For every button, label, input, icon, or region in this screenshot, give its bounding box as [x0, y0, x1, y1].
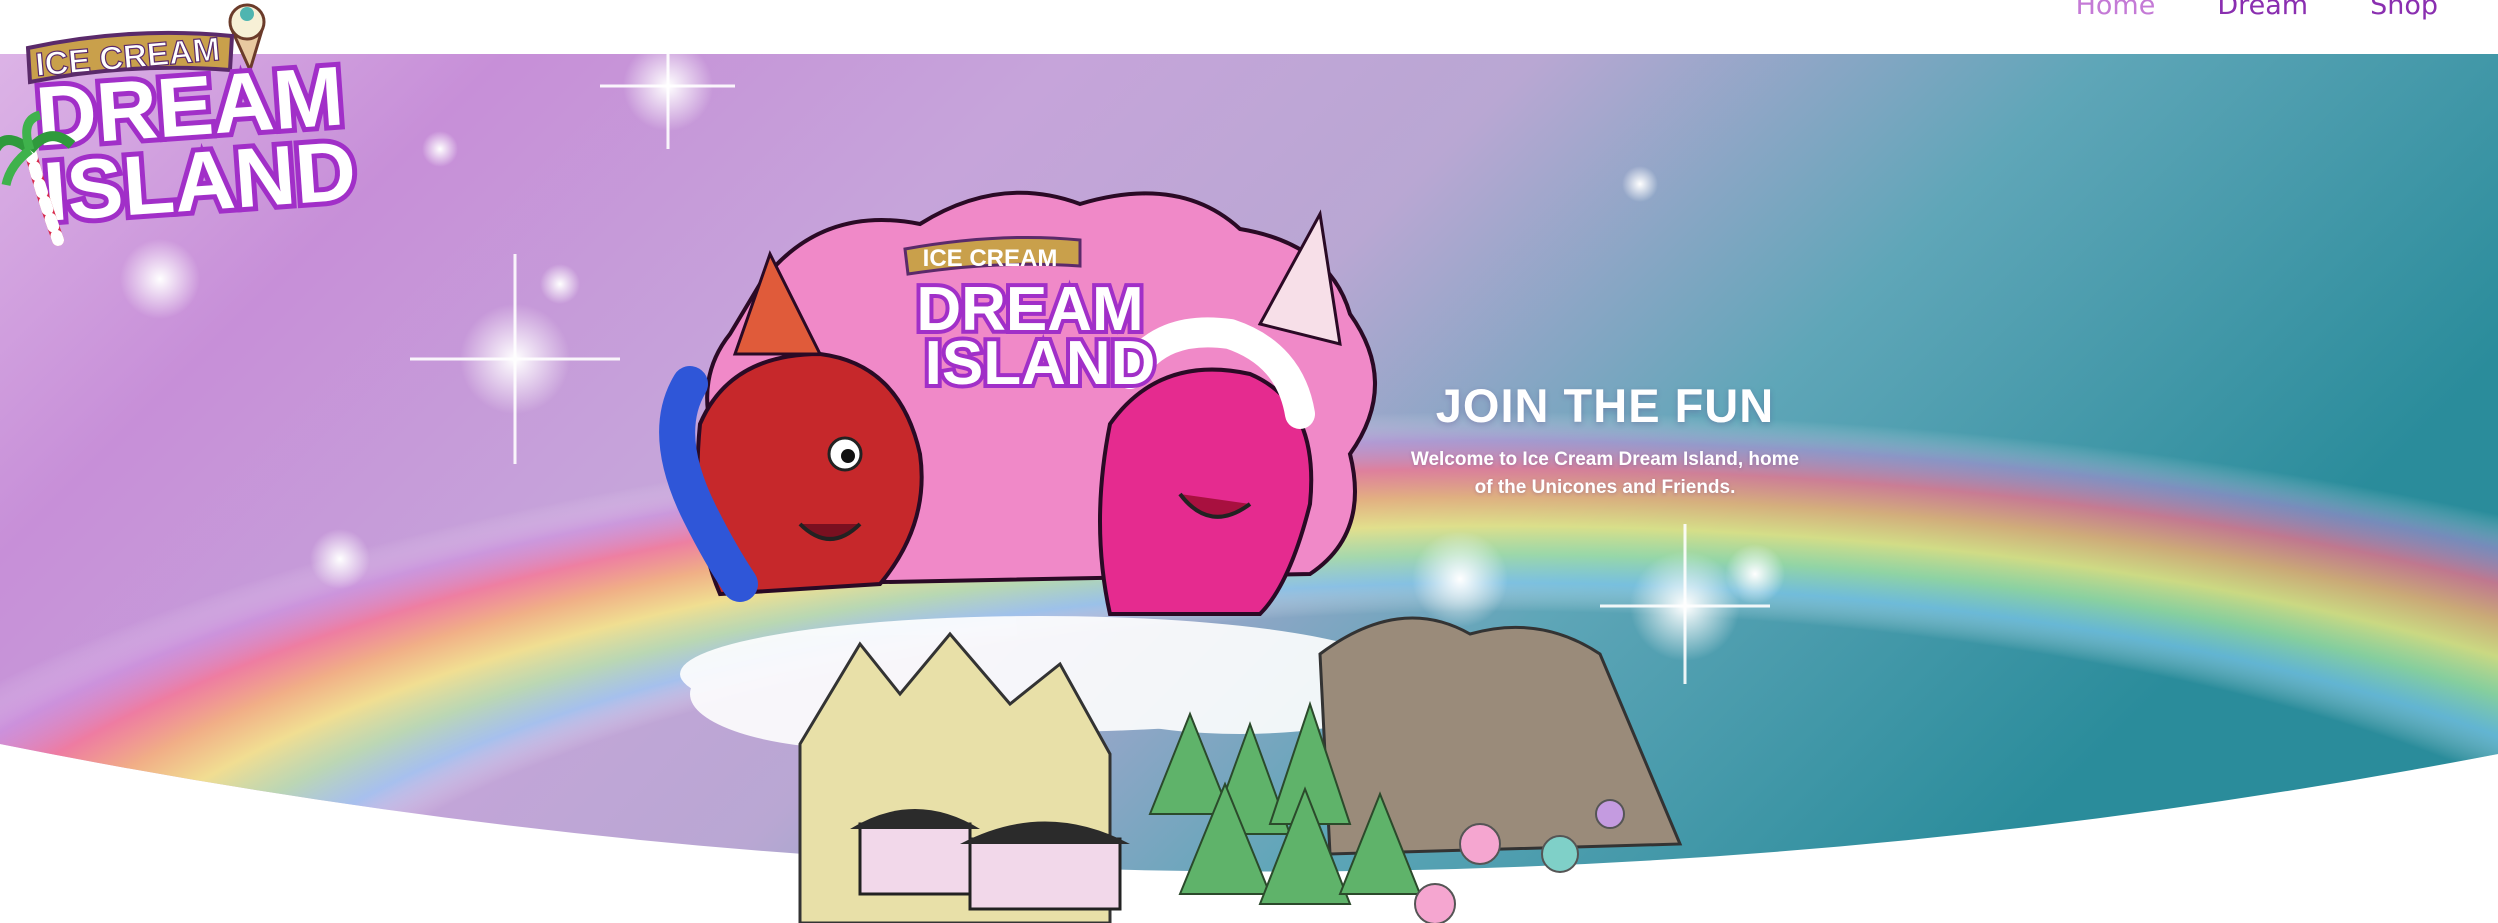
art-logo-line3: ISLAND [925, 329, 1156, 398]
hero-section: ICE CREAM DREAM ISLAND JOIN THE FUN Welc… [0, 54, 2498, 923]
nav-shop-link[interactable]: Shop [2370, 0, 2438, 21]
hero-subtitle-line1: Welcome to Ice Cream Dream Island, home [1410, 449, 1800, 470]
hero-subtitle-line2: of the Unicones and Friends. [1474, 477, 1736, 498]
nav-home-link[interactable]: Home [2076, 0, 2156, 21]
nav-dream-link[interactable]: Dream [2217, 0, 2308, 21]
hero-subtitle: Welcome to Ice Cream Dream Island, home … [1400, 446, 1810, 502]
site-logo[interactable]: ICE CREAM DREAM ISLAND [0, 0, 360, 255]
hero-background: ICE CREAM DREAM ISLAND [0, 54, 2498, 923]
main-nav: Home Dream Shop [2076, 0, 2438, 21]
top-nav-bar: Home Dream Shop [0, 0, 2498, 54]
art-logo-line1: ICE CREAM [923, 245, 1058, 272]
hero-title: JOIN THE FUN [1435, 379, 1775, 432]
